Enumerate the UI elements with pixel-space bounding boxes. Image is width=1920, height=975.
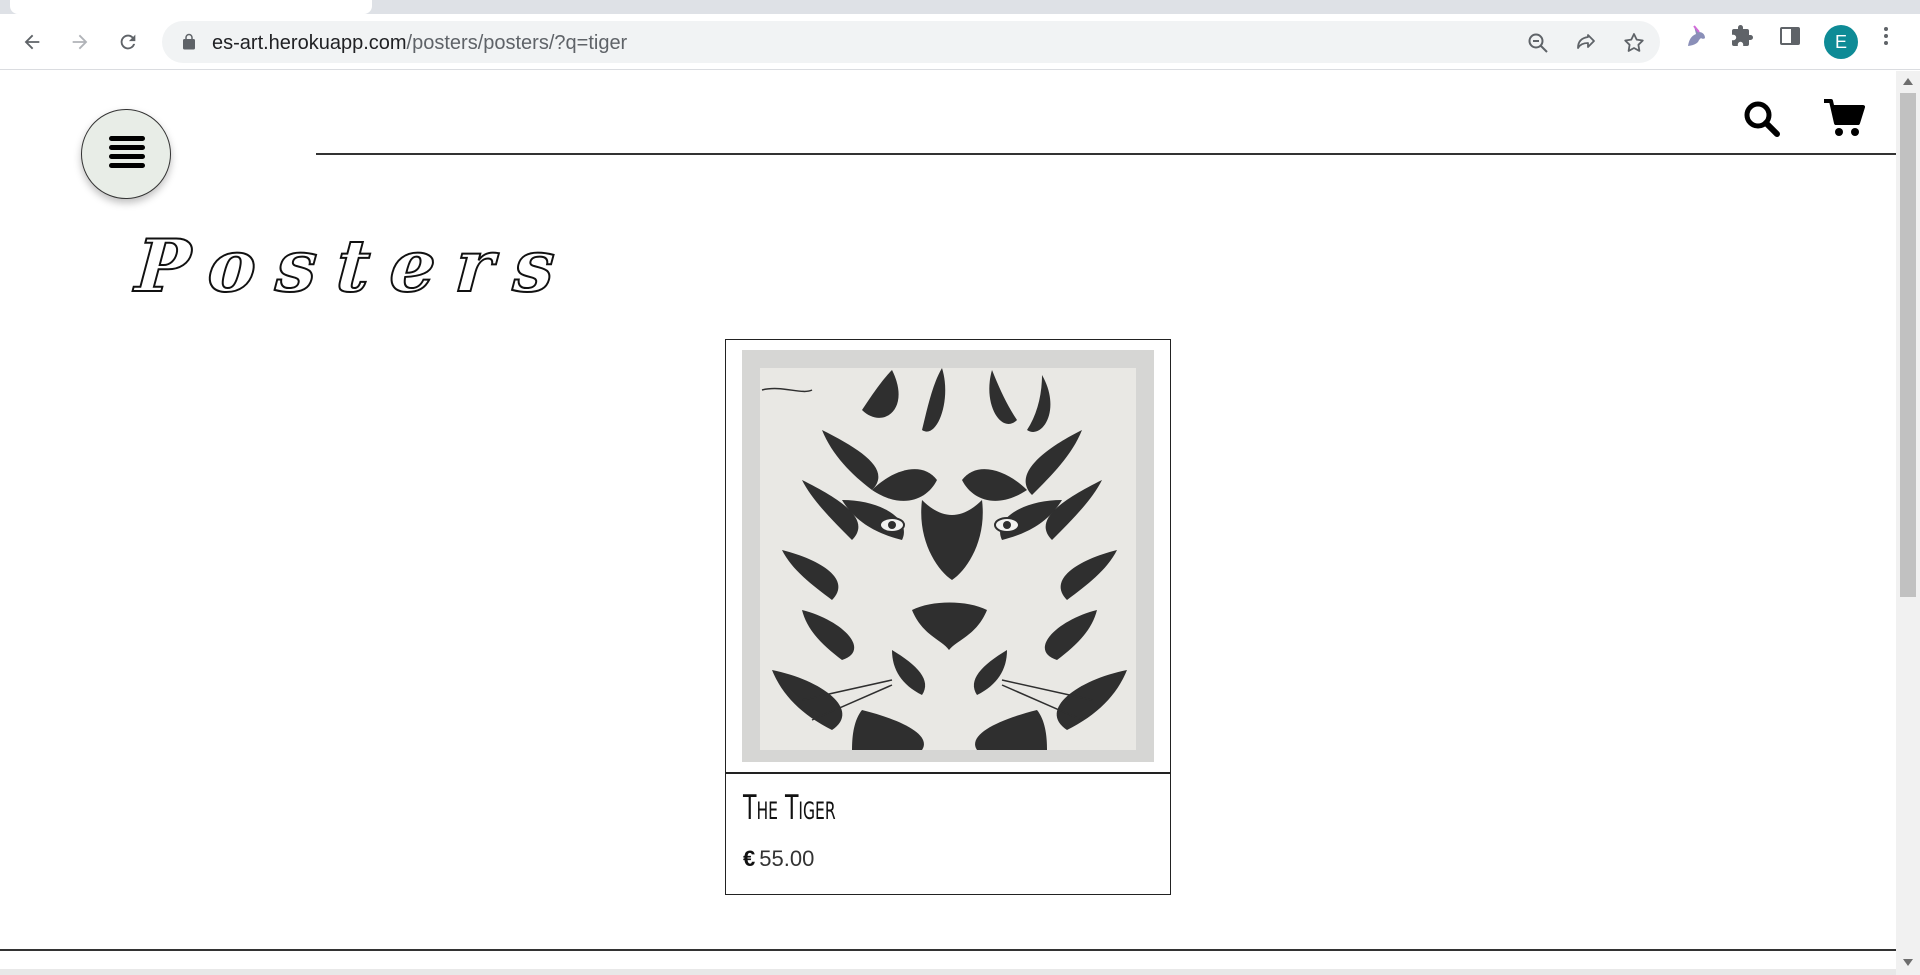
active-tab[interactable] (10, 0, 372, 14)
forward-button[interactable] (64, 26, 96, 58)
tiger-poster-image (742, 350, 1154, 762)
more-menu-icon[interactable] (1872, 22, 1900, 50)
cart-icon[interactable] (1822, 97, 1866, 139)
bookmark-star-icon[interactable] (1622, 31, 1646, 55)
zoom-out-icon[interactable] (1526, 31, 1550, 55)
product-title[interactable]: The Tiger (743, 788, 836, 828)
back-icon (24, 34, 40, 50)
url-path: /posters/posters/?q=tiger (406, 32, 628, 54)
menu-button[interactable] (81, 109, 171, 199)
url-text: es-art.herokuapp.com/posters/posters/?q=… (212, 32, 627, 55)
address-bar[interactable]: es-art.herokuapp.com/posters/posters/?q=… (162, 21, 1660, 63)
price-value: 55.00 (759, 846, 815, 871)
extensions-puzzle-icon[interactable] (1728, 22, 1756, 50)
page-viewport: Posters The Tiger € 55.00 (0, 71, 1896, 975)
side-panel-icon[interactable] (1776, 22, 1804, 50)
reload-icon (120, 34, 136, 50)
forward-icon (72, 34, 88, 50)
reload-button[interactable] (112, 26, 144, 58)
scrollbar-thumb[interactable] (1900, 93, 1916, 597)
url-host: es-art.herokuapp.com (212, 32, 407, 54)
footer-divider (0, 949, 1896, 951)
share-icon[interactable] (1574, 31, 1598, 55)
back-button[interactable] (16, 26, 48, 58)
header-divider (316, 153, 1896, 155)
scroll-down-arrow-icon[interactable] (1903, 959, 1913, 966)
vertical-scrollbar[interactable] (1896, 71, 1920, 975)
search-icon[interactable] (1742, 99, 1782, 139)
bottom-strip (0, 969, 1896, 975)
product-price: €55.00 (743, 846, 814, 872)
scroll-up-arrow-icon[interactable] (1903, 78, 1913, 85)
browser-tab-strip (0, 0, 1920, 14)
currency-symbol: € (743, 846, 756, 871)
unicorn-extension-icon[interactable] (1682, 22, 1710, 50)
page-title: Posters (132, 222, 578, 309)
product-image[interactable] (742, 350, 1154, 762)
lock-icon (183, 33, 195, 50)
browser-toolbar: es-art.herokuapp.com/posters/posters/?q=… (0, 14, 1920, 70)
product-card[interactable]: The Tiger €55.00 (725, 339, 1171, 895)
profile-avatar[interactable]: E (1824, 25, 1858, 59)
card-divider (726, 772, 1170, 774)
